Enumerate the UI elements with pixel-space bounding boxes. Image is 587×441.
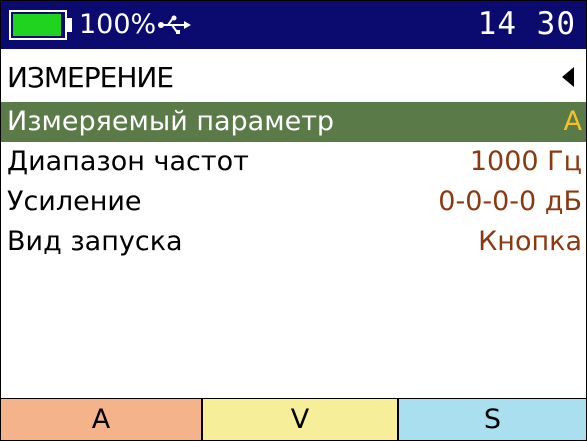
usb-icon — [158, 15, 191, 34]
menu-item-label: Измеряемый параметр — [7, 106, 335, 137]
battery-tip — [67, 18, 72, 32]
battery-percent: 100% — [79, 9, 157, 40]
menu-item-label: Вид запуска — [7, 226, 183, 257]
menu-item-label: Усиление — [7, 186, 142, 217]
menu-item-frequency-range[interactable]: Диапазон частот 1000 Гц — [1, 142, 586, 182]
triangle-left-icon[interactable] — [562, 67, 574, 87]
page-title: ИЗМЕРЕНИЕ — [7, 61, 174, 94]
status-bar: 100% 14 30 — [1, 1, 586, 49]
softkey-a[interactable]: A — [1, 399, 203, 440]
clock: 14 30 — [477, 6, 576, 42]
menu-item-label: Диапазон частот — [7, 146, 249, 177]
softkey-v[interactable]: V — [203, 399, 399, 440]
softkey-s[interactable]: S — [399, 399, 586, 440]
device-screen: 100% 14 30 ИЗМЕРЕНИЕ Измеряемый параметр… — [0, 0, 587, 441]
battery-icon — [9, 10, 67, 40]
menu-item-value: 1000 Гц — [469, 146, 582, 177]
menu-item-value: 0-0-0-0 дБ — [438, 186, 582, 217]
menu-item-trigger-mode[interactable]: Вид запуска Кнопка — [1, 222, 586, 262]
menu-item-value: Кнопка — [478, 226, 582, 257]
menu-item-value: A — [563, 106, 582, 137]
softkey-bar: A V S — [1, 398, 586, 440]
battery-level-fill — [13, 14, 61, 36]
menu-item-measured-parameter[interactable]: Измеряемый параметр A — [1, 102, 586, 142]
menu-item-gain[interactable]: Усиление 0-0-0-0 дБ — [1, 182, 586, 222]
